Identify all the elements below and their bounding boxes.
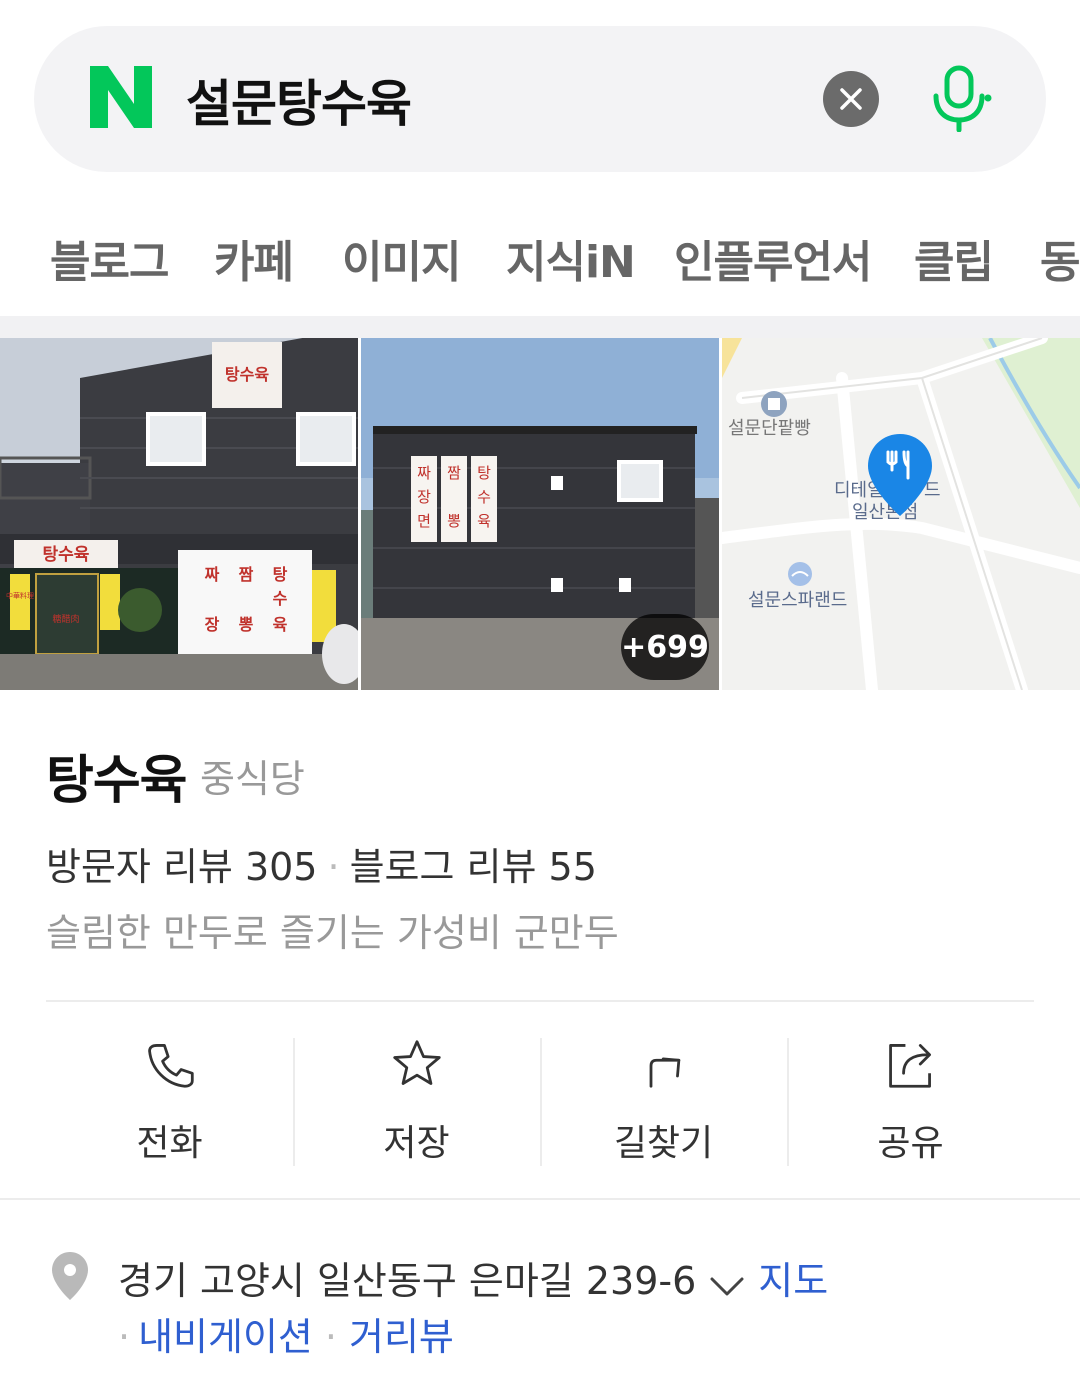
- call-button[interactable]: 전화: [46, 1030, 293, 1166]
- blog-reviews-link[interactable]: 블로그 리뷰 55: [350, 845, 597, 889]
- directions-label: 길찾기: [613, 1123, 714, 1164]
- photo-sign-text: 짜: [205, 565, 220, 584]
- tab-clip[interactable]: 클립: [914, 226, 994, 290]
- street-view-link[interactable]: 거리뷰: [349, 1315, 454, 1359]
- directions-icon: [649, 1057, 680, 1088]
- voice-search-button[interactable]: [924, 62, 994, 133]
- separator-dot: ·: [324, 1315, 337, 1359]
- photo-sign-text: 뽕: [239, 615, 254, 634]
- visitor-reviews-link[interactable]: 방문자 리뷰 305: [46, 845, 318, 889]
- divider: [0, 1198, 1080, 1200]
- search-tabs: 블로그 카페 이미지 지식iN 인플루언서 클립 동: [0, 200, 1080, 310]
- photo-sign-text: 짬: [447, 464, 461, 482]
- address-row: 경기 고양시 일산동구 은마길 239-6 지도: [118, 1250, 828, 1306]
- directions-button[interactable]: 길찾기: [540, 1030, 787, 1166]
- clear-search-button[interactable]: [823, 71, 879, 127]
- more-photos-badge[interactable]: +699: [621, 614, 709, 680]
- star-icon: [392, 1040, 441, 1085]
- photo-sign-text: 면: [417, 512, 431, 530]
- tab-video[interactable]: 동: [1040, 226, 1080, 290]
- location-map-thumbnail[interactable]: 설문단팥빵 디테일 드 일산본점 설문스파랜드: [722, 338, 1080, 690]
- separator-dot: ·: [118, 1315, 131, 1359]
- tab-cafe[interactable]: 카페: [214, 226, 294, 290]
- naver-logo-icon[interactable]: [90, 66, 152, 128]
- map-poi-label: 설문스파랜드: [748, 590, 847, 611]
- navigation-link[interactable]: 내비게이션: [138, 1315, 313, 1359]
- search-query-text[interactable]: 설문탕수육: [186, 64, 412, 136]
- share-button[interactable]: 공유: [787, 1030, 1034, 1166]
- share-label: 공유: [877, 1123, 944, 1164]
- photo-sign-text: 뽕: [447, 512, 461, 530]
- tab-blog[interactable]: 블로그: [50, 226, 169, 290]
- photo-sign-text: 수: [477, 488, 491, 506]
- place-category: 중식당: [200, 757, 305, 801]
- close-icon: [840, 88, 862, 110]
- search-bar[interactable]: 설문탕수육: [34, 26, 1046, 172]
- photo-sign-text: 中華料理: [6, 591, 34, 600]
- review-summary: 방문자 리뷰 305 · 블로그 리뷰 55: [46, 836, 597, 891]
- map-link[interactable]: 지도: [758, 1259, 828, 1303]
- photo-sign-text: 糖醋肉: [52, 613, 79, 625]
- restaurant-photo-front[interactable]: 탕수육 탕수육 中華料理 糖醋肉 짜 짬 탕 수 장 뽕 육: [0, 338, 358, 690]
- divider: [46, 1000, 1034, 1002]
- photo-sign-text: 탕수육: [225, 365, 269, 384]
- chevron-down-icon[interactable]: [710, 1262, 744, 1306]
- photo-sign-text: 육: [477, 512, 491, 530]
- photo-sign-text: 탕수육: [43, 545, 90, 565]
- place-name[interactable]: 탕수육: [46, 738, 188, 813]
- save-button[interactable]: 저장: [293, 1030, 540, 1166]
- microphone-icon: [933, 65, 992, 133]
- action-bar: 전화 저장 길찾기 공유: [46, 1030, 1034, 1170]
- address-links: · 내비게이션 · 거리뷰: [118, 1306, 454, 1361]
- photo-sign-text: 짬: [239, 565, 254, 584]
- photo-sign-text: 육: [273, 615, 288, 634]
- call-label: 전화: [136, 1123, 203, 1164]
- address-text[interactable]: 경기 고양시 일산동구 은마길 239-6: [118, 1259, 696, 1303]
- place-tagline: 슬림한 만두로 즐기는 가성비 군만두: [46, 911, 619, 955]
- phone-icon: [147, 1044, 194, 1088]
- photo-sign-text: 탕: [273, 565, 288, 584]
- photo-sign-text: 탕: [477, 464, 491, 482]
- tab-knowledge-in[interactable]: 지식iN: [506, 226, 636, 290]
- photo-sign-text: 수: [273, 589, 288, 608]
- photo-sign-text: 짜: [417, 464, 431, 482]
- save-label: 저장: [383, 1123, 450, 1164]
- tab-influencer[interactable]: 인플루언서: [674, 226, 872, 290]
- section-divider: [0, 316, 1080, 338]
- tab-image[interactable]: 이미지: [342, 226, 461, 290]
- map-poi-label: 설문단팥빵: [728, 418, 811, 439]
- location-pin-icon: [52, 1252, 88, 1300]
- photo-sign-text: 장: [417, 488, 431, 506]
- photo-sign-text: 장: [205, 615, 220, 634]
- photo-strip: 탕수육 탕수육 中華料理 糖醋肉 짜 짬 탕 수 장 뽕 육 짜 장 면 짬 뽕…: [0, 338, 1080, 690]
- separator-dot: ·: [327, 845, 340, 889]
- share-icon: [888, 1044, 931, 1088]
